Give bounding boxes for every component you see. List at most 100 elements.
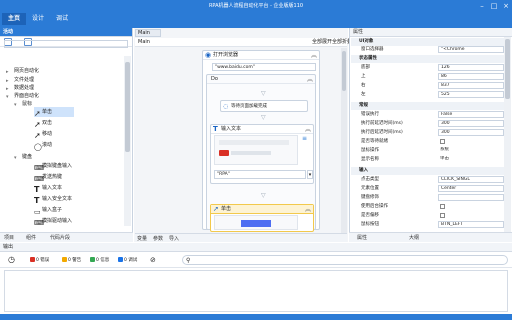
section-general[interactable]: 常规 <box>351 102 505 110</box>
tab-main-document[interactable]: Main <box>135 29 161 37</box>
prop-row: 执行前延迟时间(ms) 300 <box>351 120 505 128</box>
wait-ready-checkbox[interactable] <box>438 138 504 145</box>
close-icon[interactable]: × <box>500 1 512 11</box>
prop-row: 元素位置 Center <box>351 185 505 193</box>
activity-search-input[interactable] <box>4 40 128 48</box>
tree-item-hotkey[interactable]: ⌨发送热键 <box>34 172 62 183</box>
properties-scrollbar[interactable] <box>504 37 511 232</box>
breadcrumb-main[interactable]: Main <box>138 39 150 45</box>
designer-scrollbar[interactable] <box>341 48 347 233</box>
clock-icon[interactable]: ◷ <box>8 255 15 265</box>
top-input[interactable]: 86 <box>438 73 504 80</box>
background-op-checkbox[interactable] <box>438 203 504 210</box>
activities-header: 活动 <box>0 28 132 37</box>
tree-item-driver-input[interactable]: ⌨模拟驱动输入 <box>34 216 72 227</box>
info-filter[interactable]: 0 信息 <box>90 257 109 264</box>
continue-on-error-input[interactable]: False <box>438 111 504 118</box>
warnings-filter[interactable]: 0 警告 <box>62 257 81 264</box>
display-name-value[interactable]: 单击 <box>438 156 504 163</box>
tab-project[interactable]: 项目 <box>4 234 14 242</box>
tab-design[interactable]: 设计 <box>26 13 50 25</box>
tab-properties[interactable]: 属性 <box>357 234 367 242</box>
key-modifier-select[interactable] <box>438 194 504 201</box>
maximize-icon[interactable]: □ <box>488 1 500 11</box>
tab-outline[interactable]: 大纲 <box>409 234 419 242</box>
tab-arguments[interactable]: 参数 <box>153 235 163 243</box>
left-input[interactable]: 525 <box>438 91 504 98</box>
collapse-chevron-icon[interactable]: ︽ <box>307 75 313 84</box>
delay-before-input[interactable]: 300 <box>438 120 504 127</box>
tree-item-mouse[interactable]: ▾ 鼠标 <box>14 100 32 108</box>
element-position-select[interactable]: Center <box>438 185 504 192</box>
tree-item-data[interactable]: ▸ 数据处理 <box>6 84 34 92</box>
selector-input[interactable]: "<Chrome <box>438 46 504 53</box>
dropdown-arrow-icon[interactable]: ▾ <box>307 170 313 179</box>
collapse-chevron-icon[interactable]: ︽ <box>305 125 311 134</box>
cursor-icon: ➚ <box>213 205 219 213</box>
collapse-chevron-icon[interactable]: ︽ <box>311 51 317 60</box>
left-footer-tabs: 项目 组件 代码片段 <box>0 232 133 242</box>
tab-debug[interactable]: 调试 <box>50 13 74 25</box>
tree-item-click[interactable]: ➚单击 <box>34 107 74 118</box>
mouse-button-select[interactable]: BTN_LEFT <box>438 221 504 228</box>
element-menu-icon[interactable]: ≡ <box>302 136 310 156</box>
prop-row: 使用后台操作 <box>351 203 505 211</box>
tree-item-keyboard[interactable]: ▾ 键盘 <box>14 153 32 161</box>
activities-scroll-thumb[interactable] <box>125 62 130 152</box>
click-type-select[interactable]: CLICK_SINGL <box>438 176 504 183</box>
text-t-icon: T <box>34 195 40 205</box>
section-state[interactable]: 状态属性 <box>351 55 505 63</box>
tree-item-scroll[interactable]: ◯滚动 <box>34 140 52 151</box>
prop-row: 是否等待就绪 <box>351 138 505 146</box>
tab-variables[interactable]: 变量 <box>137 235 147 243</box>
flow-arrow-icon: ▽ <box>261 90 266 97</box>
browser-icon: ◉ <box>205 51 212 59</box>
right-footer-tabs: 属性 大纲 <box>349 232 512 242</box>
bottom-input[interactable]: 126 <box>438 64 504 71</box>
tree-item-type-text[interactable]: T 输入文本 <box>34 183 62 194</box>
prop-row: 鼠标操作 系统 <box>351 147 505 155</box>
collapse-chevron-icon[interactable]: ︽ <box>305 205 311 214</box>
tree-item-input-box[interactable]: ▭输入盒子 <box>34 205 62 216</box>
output-search-input[interactable]: ⚲ <box>182 255 508 265</box>
click-header: ➚ 单击 ︽ <box>211 205 313 214</box>
delay-after-input[interactable]: 300 <box>438 129 504 136</box>
prop-row: 上 86 <box>351 73 505 81</box>
section-input[interactable]: 输入 <box>351 167 505 175</box>
tab-home[interactable]: 主页 <box>2 13 27 25</box>
properties-scroll-thumb[interactable] <box>505 39 510 99</box>
open-browser-title: 打开浏览器 <box>213 52 239 58</box>
prop-row: 点击类型 CLICK_SINGL <box>351 176 505 184</box>
clear-output-icon[interactable]: ⊘ <box>150 256 156 264</box>
checkbox-icon <box>440 139 445 144</box>
mouse-op-value[interactable]: 系统 <box>438 147 504 154</box>
prop-row: 错误执行 False <box>351 111 505 119</box>
window-title: RPA机器人流程自动化平台 - 企业版版110 <box>208 3 304 9</box>
section-ui-object[interactable]: UI对象 <box>351 38 505 46</box>
properties-title: 属性 <box>353 29 364 35</box>
tree-item-ui-automation[interactable]: ▾ 界面自动化 <box>6 92 39 100</box>
tree-item-move[interactable]: ➚移动 <box>34 129 52 140</box>
chevron-down-icon: ▾ <box>14 101 17 108</box>
tree-item-double-click[interactable]: ➚双击 <box>34 118 52 129</box>
cursor-icon: ➚ <box>34 108 41 118</box>
offset-checkbox[interactable] <box>438 212 504 219</box>
tab-components[interactable]: 组件 <box>26 234 36 242</box>
right-input[interactable]: 837 <box>438 82 504 89</box>
url-input[interactable]: "www.baidu.com" <box>212 63 316 71</box>
wait-page-load-activity[interactable]: ◌ 等待页面加载完成 <box>220 100 308 112</box>
prop-row: 是否偏移 <box>351 212 505 220</box>
errors-filter[interactable]: 0 错误 <box>30 257 49 264</box>
tree-item-file[interactable]: ▸ 文件处理 <box>6 76 34 84</box>
expand-all-button[interactable]: 全部展开 <box>312 38 332 47</box>
tree-item-web[interactable]: ▸ 网页自动化 <box>6 67 39 75</box>
tree-item-sim-keyboard[interactable]: ⌨模拟键盘输入 <box>34 161 72 172</box>
designer-scroll-thumb[interactable] <box>342 51 346 91</box>
debug-filter[interactable]: 0 调试 <box>118 257 137 264</box>
input-box-icon: ▭ <box>34 207 41 216</box>
tree-item-secure-text[interactable]: T 输入安全文本 <box>34 194 72 205</box>
text-value-input[interactable]: "RPA" <box>214 170 306 179</box>
tab-snippets[interactable]: 代码片段 <box>50 234 70 242</box>
minimize-icon[interactable]: – <box>476 1 488 11</box>
tab-imports[interactable]: 导入 <box>169 235 179 243</box>
